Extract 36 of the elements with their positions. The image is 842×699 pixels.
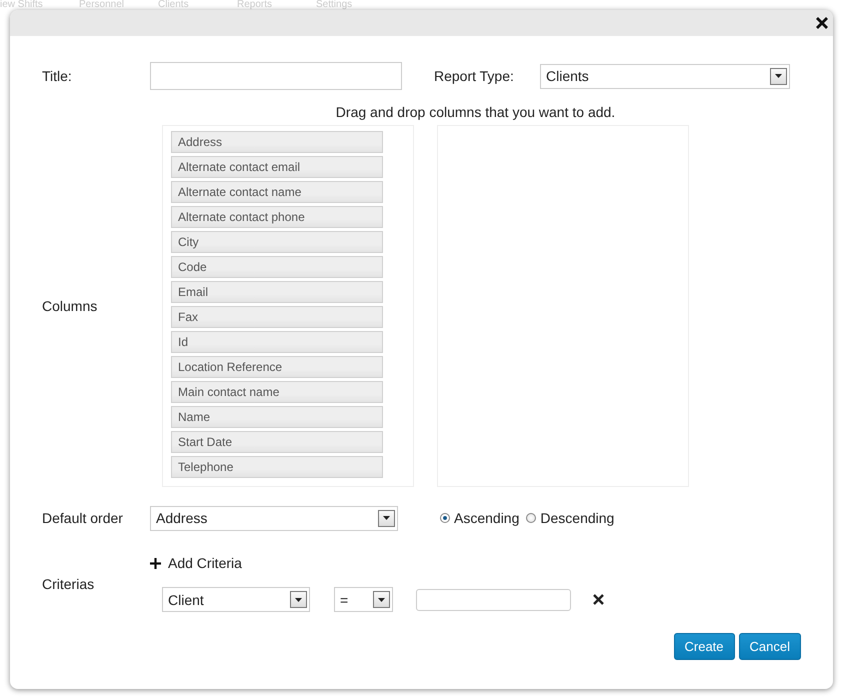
field-label: Default order: [42, 510, 124, 526]
dialog-button[interactable]: Create: [674, 633, 735, 660]
operator-dropdown[interactable]: =: [334, 587, 393, 612]
remove-icon[interactable]: [593, 594, 604, 605]
column-item[interactable]: Location Reference: [171, 356, 383, 378]
column-item[interactable]: City: [171, 231, 383, 253]
column-item[interactable]: Fax: [171, 306, 383, 328]
field-label: Criterias: [42, 576, 96, 592]
column-item[interactable]: Alternate contact name: [171, 181, 383, 203]
field-label: Title:: [42, 68, 73, 84]
column-item[interactable]: Alternate contact phone: [171, 206, 383, 228]
close-icon[interactable]: [816, 17, 828, 29]
value-input[interactable]: [416, 588, 571, 610]
column-item[interactable]: Start Date: [171, 431, 383, 453]
column-item[interactable]: Name: [171, 406, 383, 428]
radio-icon[interactable]: [440, 513, 450, 523]
add-criteria-link[interactable]: Add Criteria: [150, 555, 604, 571]
plus-icon: [150, 558, 161, 568]
column-item[interactable]: Telephone: [171, 456, 383, 478]
column-item[interactable]: Id: [171, 331, 383, 353]
field-label: Columns: [42, 298, 98, 314]
dialog-button[interactable]: Cancel: [738, 633, 801, 660]
field-dropdown[interactable]: Client: [162, 587, 310, 612]
title-input[interactable]: [150, 62, 402, 90]
column-item[interactable]: Address: [171, 131, 383, 153]
drag-hint: Drag and drop columns that you want to add.: [334, 104, 616, 120]
report-type-dropdown[interactable]: Clients: [540, 64, 790, 88]
order-dropdown[interactable]: Address: [150, 506, 398, 530]
field-label: Report Type:: [434, 68, 515, 84]
sort-radio[interactable]: Ascending: [440, 510, 520, 526]
sort-radio[interactable]: Descending: [526, 510, 614, 526]
column-item[interactable]: Alternate contact email: [171, 156, 383, 178]
column-item[interactable]: Code: [171, 256, 383, 278]
column-item[interactable]: Main contact name: [171, 381, 383, 403]
column-item[interactable]: Email: [171, 281, 383, 303]
radio-icon[interactable]: [526, 513, 536, 523]
